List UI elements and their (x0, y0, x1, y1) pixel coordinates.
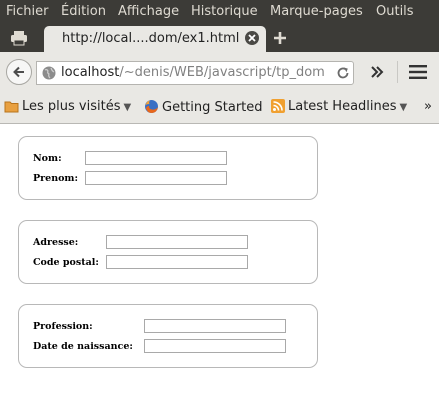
input-adresse[interactable] (106, 235, 248, 249)
caret-down-icon: ▼ (123, 102, 132, 113)
label-code-postal: Code postal: (33, 257, 99, 268)
menu-edition[interactable]: Édition (61, 4, 106, 19)
bookmark-most-visited[interactable]: Les plus visités ▼ (4, 99, 131, 114)
close-icon[interactable] (244, 30, 260, 46)
url-host: localhost (61, 65, 120, 80)
toolbar-separator (397, 61, 398, 83)
back-button[interactable] (6, 59, 32, 85)
label-profession: Profession: (33, 321, 93, 332)
input-date-naissance[interactable] (144, 339, 286, 353)
menu-affichage[interactable]: Affichage (118, 4, 179, 19)
navigation-bar: localhost/~denis/WEB/javascript/tp_dom (0, 52, 439, 92)
firefox-icon (145, 100, 158, 113)
globe-icon (42, 66, 56, 80)
bookmark-latest-headlines[interactable]: Latest Headlines ▼ (271, 99, 407, 114)
label-adresse: Adresse: (33, 237, 79, 248)
bookmark-label: Les plus visités (22, 99, 121, 114)
bookmark-label: Latest Headlines (288, 99, 397, 114)
reload-icon[interactable] (335, 65, 351, 81)
bookmarks-more-button[interactable]: » (424, 99, 432, 114)
url-text: localhost/~denis/WEB/javascript/tp_dom (61, 65, 325, 80)
chevron-double-right-icon[interactable] (368, 63, 386, 81)
new-tab-icon[interactable] (272, 30, 288, 46)
menu-marque-pages[interactable]: Marque-pages (270, 4, 363, 19)
label-prenom: Prenom: (33, 173, 78, 184)
tab-title: http://local....dom/ex1.html (62, 31, 240, 46)
url-path: /~denis/WEB/javascript/tp_dom (119, 65, 325, 80)
menu-bar: Fichier Édition Affichage Historique Mar… (0, 0, 439, 24)
menu-historique[interactable]: Historique (191, 4, 258, 19)
caret-down-icon: ▼ (399, 102, 408, 113)
input-profession[interactable] (144, 319, 286, 333)
tab-active[interactable]: http://local....dom/ex1.html (44, 26, 266, 52)
bookmark-getting-started[interactable]: Getting Started (144, 99, 263, 115)
bookmarks-bar: Les plus visités ▼ Getting Started Latest… (0, 92, 439, 124)
rss-icon (271, 99, 285, 113)
label-nom: Nom: (33, 153, 62, 164)
input-code-postal[interactable] (106, 255, 248, 269)
input-prenom[interactable] (85, 171, 227, 185)
folder-icon (4, 101, 19, 113)
bookmark-label: Getting Started (162, 100, 263, 115)
hamburger-menu-icon[interactable] (408, 63, 428, 81)
printer-icon (11, 31, 27, 46)
tab-strip: http://local....dom/ex1.html (0, 24, 439, 52)
input-nom[interactable] (85, 151, 227, 165)
fieldset-profession: Profession: Date de naissance: (18, 304, 318, 368)
tab-pinned[interactable] (0, 24, 40, 52)
back-arrow-icon (13, 66, 24, 78)
url-bar[interactable]: localhost/~denis/WEB/javascript/tp_dom (36, 61, 354, 85)
menu-outils[interactable]: Outils (376, 4, 414, 19)
fieldset-address: Adresse: Code postal: (18, 220, 318, 284)
label-date-naissance: Date de naissance: (33, 341, 133, 352)
fieldset-identity: Nom: Prenom: (18, 136, 318, 200)
menu-fichier[interactable]: Fichier (6, 4, 49, 19)
